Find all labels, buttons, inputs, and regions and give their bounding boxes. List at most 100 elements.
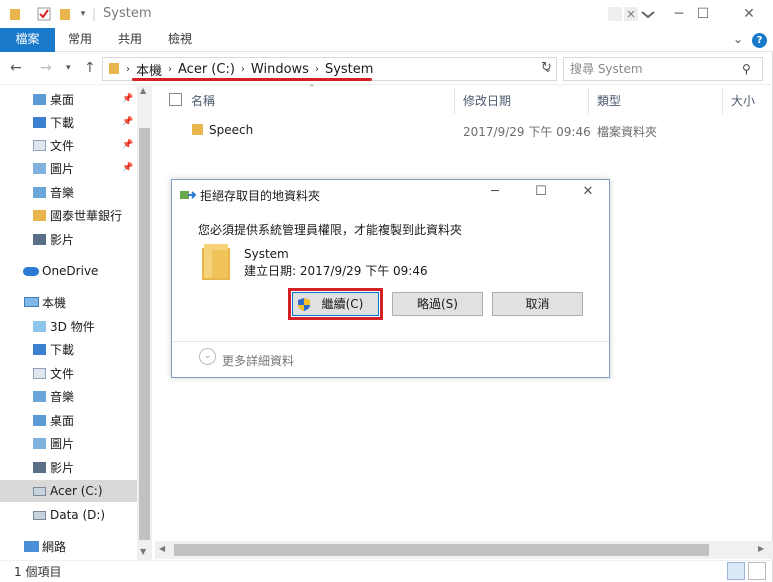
sidebar-item-3d-objects[interactable]: 3D 物件 xyxy=(0,315,137,337)
breadcrumb-windows[interactable]: Windows xyxy=(251,62,309,77)
access-denied-dialog: 拒絕存取目的地資料夾 ─ ☐ ✕ 您必須提供系統管理員權限，才能複製到此資料夾 … xyxy=(171,179,610,378)
maximize-icon[interactable]: ☐ xyxy=(680,0,726,28)
cancel-button[interactable]: 取消 xyxy=(492,292,583,316)
expand-chevron-icon[interactable]: ⌄ xyxy=(199,348,216,365)
sidebar-item-pictures[interactable]: 圖片 📌 xyxy=(0,157,137,179)
computer-icon xyxy=(24,297,39,307)
document-icon xyxy=(33,367,46,379)
sidebar-item-downloads[interactable]: 下載 📌 xyxy=(0,111,137,133)
annotation-underline xyxy=(132,78,372,81)
horizontal-scrollbar[interactable]: ◀ ▶ xyxy=(155,541,773,559)
scrollbar-thumb[interactable] xyxy=(139,128,150,540)
up-arrow-icon[interactable]: ↑ xyxy=(84,60,96,76)
scroll-left-icon[interactable]: ◀ xyxy=(159,544,165,553)
sidebar-scrollbar[interactable]: ▲ ▼ xyxy=(137,86,152,560)
sidebar-item-label: 下載 xyxy=(50,115,75,130)
sidebar-item-this-pc[interactable]: 本機 xyxy=(0,291,137,313)
breadcrumb-system[interactable]: System xyxy=(325,62,373,77)
new-folder-icon[interactable] xyxy=(58,6,72,22)
copy-icon xyxy=(180,189,197,204)
details-view-icon[interactable] xyxy=(727,562,745,580)
sidebar-item-downloads[interactable]: 下載 xyxy=(0,338,137,360)
refresh-icon[interactable]: ↻ xyxy=(541,60,552,75)
file-name[interactable]: Speech xyxy=(209,123,253,137)
more-details-link[interactable]: 更多詳細資料 xyxy=(222,352,294,369)
sidebar-item-onedrive[interactable]: OneDrive xyxy=(0,260,137,282)
music-icon xyxy=(33,390,46,402)
sidebar-item-label: 桌面 xyxy=(50,92,75,107)
chevron-right-icon[interactable]: › xyxy=(168,64,172,75)
pin-icon[interactable]: 📌 xyxy=(122,163,133,173)
search-icon[interactable]: ⚲ xyxy=(742,62,764,76)
sidebar-item-label: 音樂 xyxy=(50,389,75,404)
scroll-right-icon[interactable]: ▶ xyxy=(758,544,764,553)
close-icon[interactable]: ✕ xyxy=(726,0,772,28)
minimize-icon[interactable]: ─ xyxy=(485,184,505,199)
sidebar-item-videos[interactable]: 影片 xyxy=(0,456,137,478)
sidebar-item-pictures[interactable]: 圖片 xyxy=(0,432,137,454)
search-input[interactable]: 搜尋 System xyxy=(563,57,763,81)
help-icon[interactable]: ? xyxy=(752,33,767,48)
maximize-icon[interactable]: ☐ xyxy=(531,184,551,199)
column-header-size[interactable]: 大小 xyxy=(731,88,755,114)
folder-icon xyxy=(33,209,46,221)
ribbon-expand-icon[interactable]: ⌄ xyxy=(733,32,743,46)
dialog-title: 拒絕存取目的地資料夾 xyxy=(200,189,321,203)
tab-share[interactable]: 共用 xyxy=(110,28,150,52)
recent-chevron-icon[interactable]: ▾ xyxy=(66,63,71,73)
close-icon[interactable]: ✕ xyxy=(578,184,598,199)
column-header-type[interactable]: 類型 xyxy=(597,88,621,114)
sidebar-item-music[interactable]: 音樂 xyxy=(0,181,137,203)
tab-home[interactable]: 常用 xyxy=(60,28,100,52)
pin-icon[interactable]: 📌 xyxy=(122,94,133,104)
scrollbar-thumb[interactable] xyxy=(174,544,709,556)
pin-icon[interactable]: 📌 xyxy=(122,117,133,127)
snap-icons[interactable] xyxy=(606,0,656,28)
large-icons-view-icon[interactable] xyxy=(748,562,766,580)
sidebar-item-network[interactable]: 網路 xyxy=(0,535,137,557)
tab-file[interactable]: 檔案 xyxy=(0,28,55,52)
sidebar-item-label: 網路 xyxy=(42,539,67,554)
back-arrow-icon[interactable]: ← xyxy=(10,60,22,76)
desktop-icon xyxy=(33,414,46,426)
pictures-icon xyxy=(33,437,46,449)
column-header-modified[interactable]: 修改日期 xyxy=(463,88,511,114)
folder-icon xyxy=(108,61,120,78)
dialog-message: 您必須提供系統管理員權限，才能複製到此資料夾 xyxy=(198,223,463,237)
tab-view[interactable]: 檢視 xyxy=(160,28,200,52)
sidebar-item-label: Data (D:) xyxy=(50,508,106,522)
sidebar-item-videos[interactable]: 影片 xyxy=(0,228,137,250)
sidebar-item-drive-c[interactable]: Acer (C:) xyxy=(0,480,137,502)
sidebar-item-bank-folder[interactable]: 國泰世華銀行 xyxy=(0,204,137,226)
column-divider[interactable] xyxy=(588,88,589,114)
chevron-right-icon[interactable]: › xyxy=(241,64,245,75)
sidebar-item-label: OneDrive xyxy=(42,264,99,278)
pin-icon[interactable]: 📌 xyxy=(122,140,133,150)
column-header-name[interactable]: 名稱 xyxy=(191,88,215,114)
download-icon xyxy=(33,116,46,128)
sidebar-item-label: 文件 xyxy=(50,138,75,153)
forward-arrow-icon[interactable]: → xyxy=(40,60,52,76)
sidebar-item-documents[interactable]: 文件 xyxy=(0,362,137,384)
chevron-right-icon[interactable]: › xyxy=(315,64,319,75)
sidebar-item-music[interactable]: 音樂 xyxy=(0,385,137,407)
chevron-down-icon[interactable]: ▾ xyxy=(78,6,88,22)
desktop-icon xyxy=(33,93,46,105)
breadcrumb-drive[interactable]: Acer (C:) xyxy=(178,62,235,77)
chevron-right-icon[interactable]: › xyxy=(126,64,130,75)
column-divider[interactable] xyxy=(454,88,455,114)
properties-icon[interactable] xyxy=(36,6,52,22)
sidebar-item-drive-d[interactable]: Data (D:) xyxy=(0,504,137,526)
scroll-up-icon[interactable]: ▲ xyxy=(140,86,146,95)
scroll-down-icon[interactable]: ▼ xyxy=(140,547,146,556)
network-icon xyxy=(24,540,39,552)
breadcrumb-this-pc[interactable]: 本機 xyxy=(136,60,162,79)
skip-button[interactable]: 略過(S) xyxy=(392,292,483,316)
sidebar-item-documents[interactable]: 文件 📌 xyxy=(0,134,137,156)
sidebar-item-desktop[interactable]: 桌面 📌 xyxy=(0,88,137,110)
sidebar-item-label: 本機 xyxy=(42,295,67,310)
sidebar-item-desktop[interactable]: 桌面 xyxy=(0,409,137,431)
select-all-checkbox[interactable] xyxy=(169,93,182,106)
title-bar: ▾ | System ─ ☐ ✕ xyxy=(0,0,773,28)
column-divider[interactable] xyxy=(722,88,723,114)
